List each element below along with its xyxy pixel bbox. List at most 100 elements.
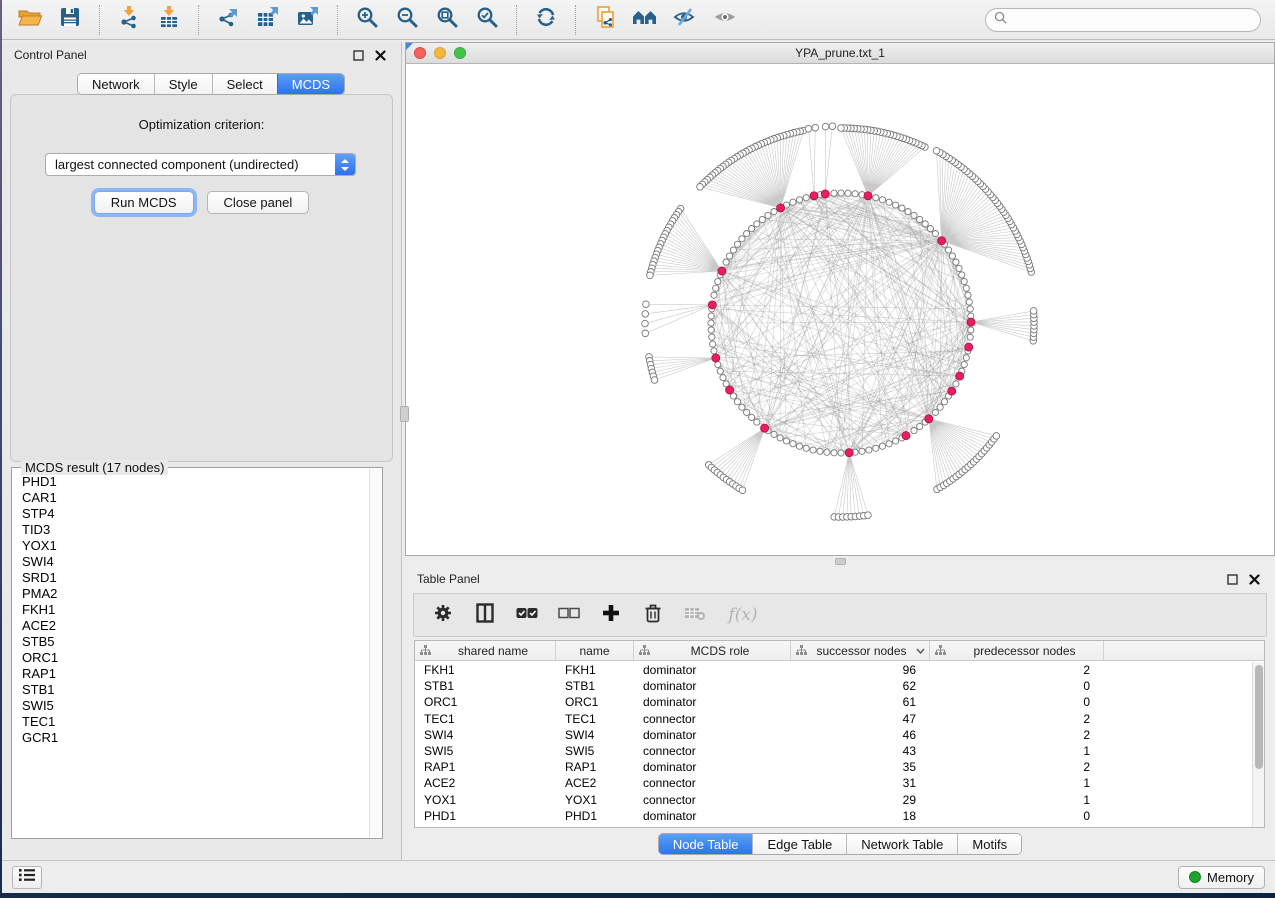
network-hub-node[interactable] xyxy=(902,432,910,440)
tab-select[interactable]: Select xyxy=(212,74,277,94)
network-hub-node[interactable] xyxy=(821,190,829,198)
network-satellite-node[interactable] xyxy=(865,512,872,519)
mcds-result-item[interactable]: YOX1 xyxy=(22,538,369,554)
float-panel-button[interactable] xyxy=(349,47,367,63)
column-header-predecessor-nodes[interactable]: predecessor nodes xyxy=(930,641,1104,660)
zoom-out-button[interactable] xyxy=(387,4,427,36)
table-row[interactable]: ACE2ACE2connector311 xyxy=(415,775,1252,791)
network-node[interactable] xyxy=(949,253,955,259)
network-hub-node[interactable] xyxy=(967,318,975,326)
network-node[interactable] xyxy=(765,212,771,218)
network-node[interactable] xyxy=(893,438,899,444)
export-network-button[interactable] xyxy=(208,4,248,36)
tab-node-table[interactable]: Node Table xyxy=(659,834,753,854)
network-node[interactable] xyxy=(734,399,740,405)
network-canvas[interactable] xyxy=(406,65,1274,555)
network-node[interactable] xyxy=(824,449,830,455)
network-satellite-node[interactable] xyxy=(933,147,940,154)
network-hub-node[interactable] xyxy=(956,372,964,380)
network-hub-node[interactable] xyxy=(777,204,785,212)
network-satellite-node[interactable] xyxy=(697,184,704,191)
network-node[interactable] xyxy=(845,190,851,196)
network-node[interactable] xyxy=(922,221,928,227)
network-node[interactable] xyxy=(917,216,923,222)
network-hub-node[interactable] xyxy=(708,301,716,309)
network-satellite-node[interactable] xyxy=(642,320,649,327)
network-node[interactable] xyxy=(968,327,974,333)
network-node[interactable] xyxy=(717,368,723,374)
network-node[interactable] xyxy=(831,450,837,456)
network-node[interactable] xyxy=(866,447,872,453)
run-mcds-button[interactable]: Run MCDS xyxy=(94,191,194,214)
mcds-result-item[interactable]: PMA2 xyxy=(22,586,369,602)
network-node[interactable] xyxy=(961,278,967,284)
network-node[interactable] xyxy=(817,448,823,454)
export-image-button[interactable] xyxy=(288,4,328,36)
network-satellite-node[interactable] xyxy=(647,272,654,279)
network-satellite-node[interactable] xyxy=(1030,308,1037,315)
table-row[interactable]: TEC1TEC1connector472 xyxy=(415,711,1252,727)
network-node[interactable] xyxy=(803,195,809,201)
network-node[interactable] xyxy=(959,272,965,278)
network-hub-node[interactable] xyxy=(726,386,734,394)
table-row[interactable]: ORC1ORC1dominator610 xyxy=(415,694,1252,710)
import-table-button[interactable] xyxy=(149,4,189,36)
network-satellite-node[interactable] xyxy=(642,311,649,318)
mcds-result-item[interactable]: SWI4 xyxy=(22,554,369,570)
network-satellite-node[interactable] xyxy=(993,433,1000,440)
vertical-splitter-grip[interactable] xyxy=(400,406,409,422)
function-builder-button[interactable]: f(x) xyxy=(726,604,760,626)
network-node[interactable] xyxy=(838,190,844,196)
network-node[interactable] xyxy=(946,247,952,253)
network-node[interactable] xyxy=(879,197,885,203)
network-node[interactable] xyxy=(749,414,755,420)
zoom-selected-button[interactable] xyxy=(467,4,507,36)
mcds-result-item[interactable]: RAP1 xyxy=(22,666,369,682)
mcds-result-item[interactable]: GCR1 xyxy=(22,730,369,746)
column-header-name[interactable]: name xyxy=(556,641,634,660)
network-node[interactable] xyxy=(708,313,714,319)
mcds-result-item[interactable]: STB1 xyxy=(22,682,369,698)
column-header-mcds-role[interactable]: MCDS role xyxy=(634,641,791,660)
network-share-button[interactable] xyxy=(585,4,625,36)
network-node[interactable] xyxy=(953,381,959,387)
network-hub-node[interactable] xyxy=(965,343,973,351)
mcds-result-item[interactable]: SWI5 xyxy=(22,698,369,714)
network-node[interactable] xyxy=(886,199,892,205)
network-node[interactable] xyxy=(911,212,917,218)
network-hub-node[interactable] xyxy=(810,192,818,200)
table-scrollbar[interactable] xyxy=(1252,662,1264,827)
delete-table-button[interactable] xyxy=(684,604,706,626)
network-hub-node[interactable] xyxy=(948,387,956,395)
network-node[interactable] xyxy=(963,285,969,291)
network-satellite-node[interactable] xyxy=(822,123,829,130)
network-node[interactable] xyxy=(709,334,715,340)
network-node[interactable] xyxy=(708,327,714,333)
network-node[interactable] xyxy=(893,202,899,208)
network-node[interactable] xyxy=(711,348,717,354)
network-satellite-node[interactable] xyxy=(643,301,650,308)
network-satellite-node[interactable] xyxy=(739,487,746,494)
show-details-button[interactable] xyxy=(705,4,745,36)
network-node[interactable] xyxy=(710,341,716,347)
mcds-result-list[interactable]: PHD1CAR1STP4TID3YOX1SWI4SRD1PMA2FKH1ACE2… xyxy=(13,474,369,837)
network-node[interactable] xyxy=(932,231,938,237)
split-table-button[interactable] xyxy=(474,604,496,626)
import-network-button[interactable] xyxy=(109,4,149,36)
network-node[interactable] xyxy=(713,285,719,291)
network-node[interactable] xyxy=(852,191,858,197)
network-satellite-node[interactable] xyxy=(651,377,658,384)
network-node[interactable] xyxy=(771,431,777,437)
network-node[interactable] xyxy=(715,278,721,284)
network-node[interactable] xyxy=(771,209,777,215)
mcds-result-item[interactable]: TID3 xyxy=(22,522,369,538)
tab-style[interactable]: Style xyxy=(154,74,212,94)
column-header-successor-nodes[interactable]: successor nodes xyxy=(791,641,930,660)
network-satellite-node[interactable] xyxy=(642,330,649,337)
mcds-result-item[interactable]: PHD1 xyxy=(22,474,369,490)
network-node[interactable] xyxy=(796,197,802,203)
network-node[interactable] xyxy=(965,292,971,298)
table-settings-button[interactable] xyxy=(432,604,454,626)
network-node[interactable] xyxy=(879,443,885,449)
table-row[interactable]: SWI4SWI4dominator462 xyxy=(415,727,1252,743)
